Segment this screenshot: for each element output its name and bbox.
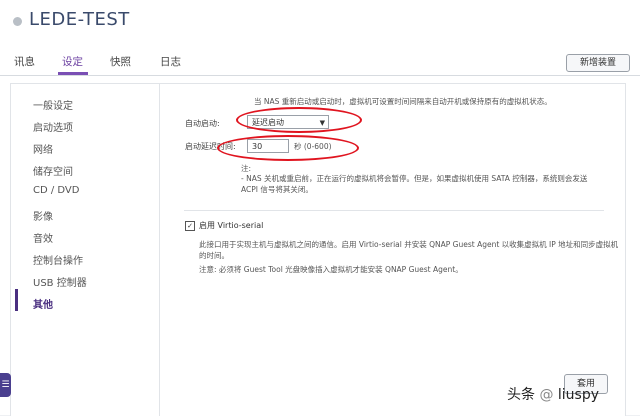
settings-sidebar: 一般设定 启动选项 网络 储存空间 CD / DVD 影像 音效 控制台操作 U… <box>11 84 160 416</box>
virtio-serial-checkbox[interactable]: ✓ <box>185 221 195 231</box>
watermark: 头条 @ liuspy <box>507 384 599 404</box>
sidebar-item-video[interactable]: 影像 <box>33 208 53 223</box>
watermark-separator: @ <box>539 387 554 403</box>
sidebar-item-boot[interactable]: 启动选项 <box>33 119 73 134</box>
watermark-prefix: 头条 <box>507 387 535 403</box>
settings-main: 当 NAS 重新启动或启动时，虚拟机可设置时间间隔来自动开机或保持原有的虚拟机状… <box>160 84 625 416</box>
sidebar-item-console[interactable]: 控制台操作 <box>33 252 83 267</box>
sidebar-item-cd-dvd[interactable]: CD / DVD <box>33 185 79 196</box>
annotation-ellipse-delay <box>217 135 359 161</box>
autostart-label: 自动启动: <box>185 119 220 128</box>
sidebar-item-usb[interactable]: USB 控制器 <box>33 274 87 289</box>
active-sidebar-indicator <box>15 289 18 311</box>
sidebar-item-audio[interactable]: 音效 <box>33 230 53 245</box>
autostart-description: 当 NAS 重新启动或启动时，虚拟机可设置时间间隔来自动开机或保持原有的虚拟机状… <box>254 97 552 106</box>
tab-bar: 讯息 设定 快照 日志 <box>0 45 640 76</box>
tab-settings[interactable]: 设定 <box>62 54 83 69</box>
title-bar: LEDE-TEST <box>0 0 640 42</box>
annotation-ellipse-autostart <box>236 107 362 133</box>
tab-snapshot[interactable]: 快照 <box>110 54 131 69</box>
settings-panel: 一般设定 启动选项 网络 储存空间 CD / DVD 影像 音效 控制台操作 U… <box>10 83 626 416</box>
sidebar-item-other[interactable]: 其他 <box>33 296 53 311</box>
sidebar-item-storage[interactable]: 储存空间 <box>33 163 73 178</box>
vm-settings-window: LEDE-TEST 讯息 设定 快照 日志 新增装置 一般设定 启动选项 网络 … <box>0 0 640 416</box>
vm-status-dot <box>13 17 22 26</box>
virtio-serial-description: 此接口用于实现主机与虚拟机之间的通信。启用 Virtio-serial 并安装 … <box>199 240 619 260</box>
active-tab-indicator <box>58 72 88 75</box>
note-text: - NAS 关机或重启前，正在运行的虚拟机将会暂停。但是，如果虚拟机使用 SAT… <box>241 174 588 194</box>
add-device-button[interactable]: 新增装置 <box>566 54 630 72</box>
sidebar-item-general[interactable]: 一般设定 <box>33 97 73 112</box>
menu-icon[interactable]: ☰ <box>0 373 11 397</box>
section-divider <box>184 210 604 211</box>
virtio-serial-note: 注意: 必须将 Guest Tool 光盘映像插入虚拟机才能安装 QNAP Gu… <box>199 265 463 274</box>
sidebar-item-network[interactable]: 网络 <box>33 141 53 156</box>
tab-info[interactable]: 讯息 <box>14 54 35 69</box>
vm-name-title: LEDE-TEST <box>29 9 130 30</box>
tab-logs[interactable]: 日志 <box>160 54 181 69</box>
watermark-handle: liuspy <box>557 387 600 403</box>
virtio-serial-label: 启用 Virtio-serial <box>199 221 264 230</box>
